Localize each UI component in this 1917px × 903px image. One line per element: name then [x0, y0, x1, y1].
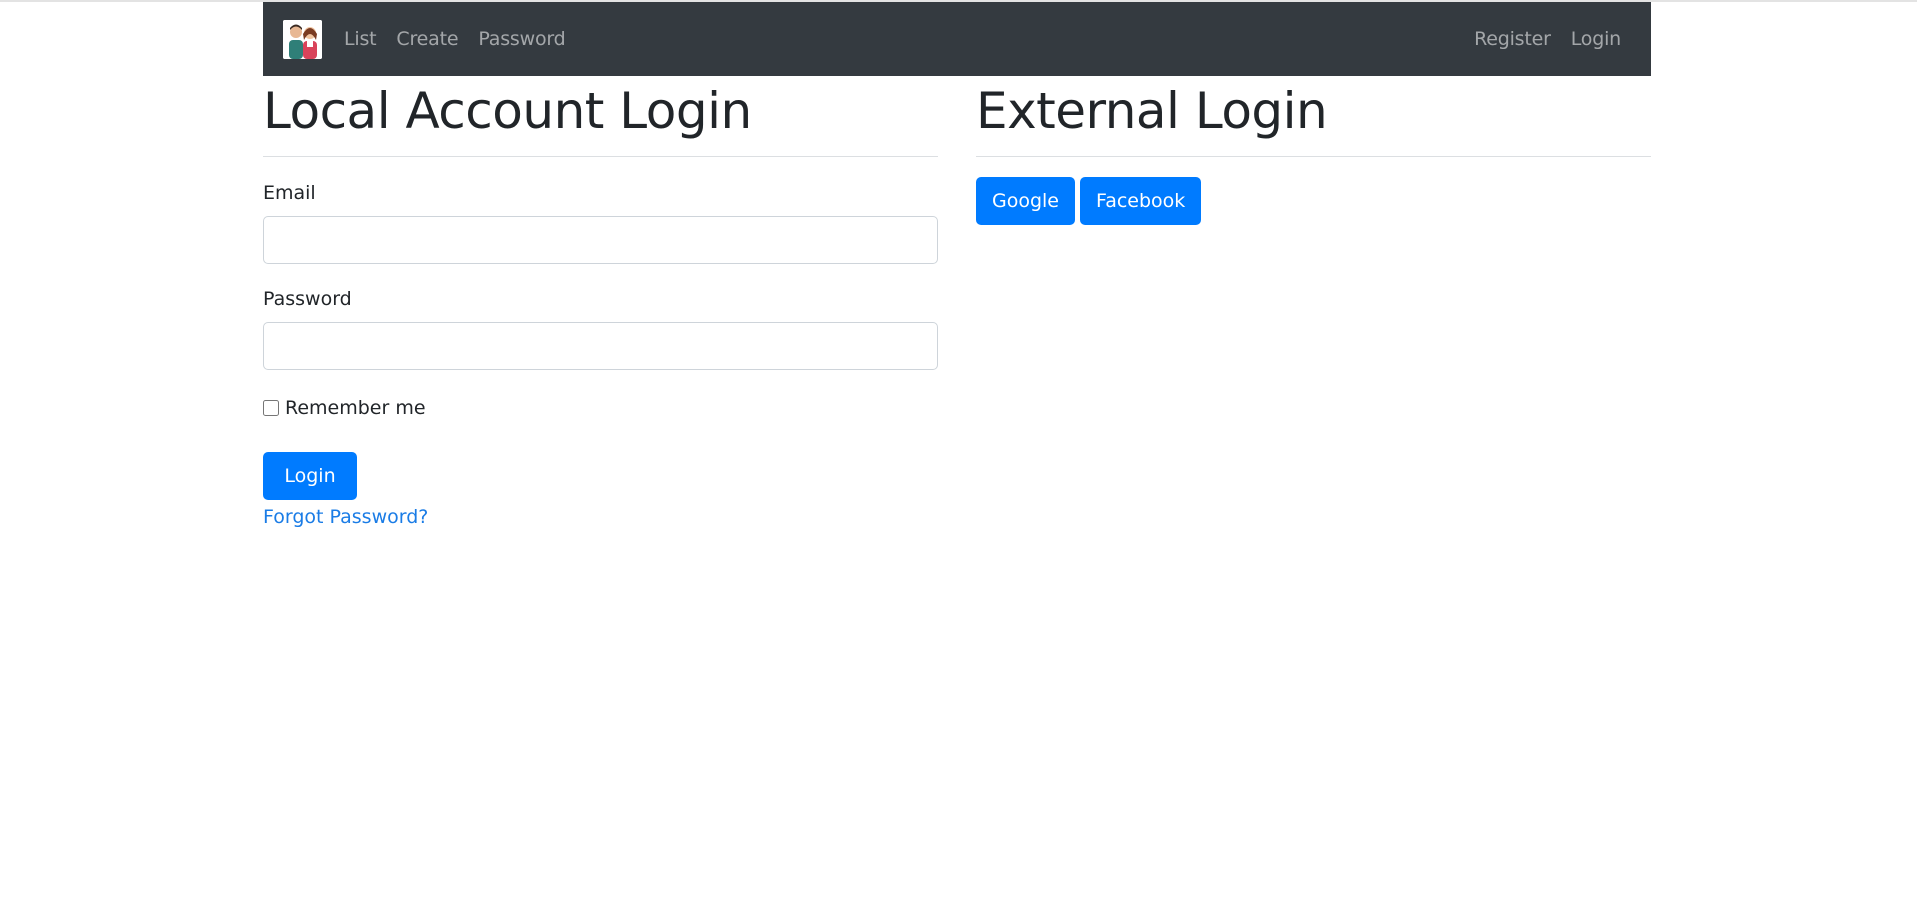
- nav-link-list[interactable]: List: [334, 2, 386, 76]
- login-button[interactable]: Login: [263, 452, 357, 500]
- top-navbar: List Create Password Register Login: [263, 2, 1651, 76]
- content-row: Local Account Login Email Password Remem…: [263, 76, 1651, 530]
- brand-logo-icon[interactable]: [283, 19, 322, 59]
- nav-link-register[interactable]: Register: [1464, 2, 1561, 76]
- external-login-section: External Login Google Facebook: [976, 76, 1651, 530]
- local-login-title: Local Account Login: [263, 82, 752, 140]
- nav-link-login[interactable]: Login: [1561, 2, 1631, 76]
- external-provider-buttons: Google Facebook: [976, 177, 1651, 225]
- nav-link-password[interactable]: Password: [468, 2, 575, 76]
- nav-right-links: Register Login: [1464, 2, 1631, 76]
- external-login-title: External Login: [976, 82, 1328, 140]
- email-label: Email: [263, 182, 316, 204]
- email-group: Email: [263, 181, 938, 264]
- external-login-divider: [976, 156, 1651, 157]
- nav-link-create[interactable]: Create: [386, 2, 468, 76]
- email-field[interactable]: [263, 216, 938, 264]
- remember-me-checkbox[interactable]: [263, 400, 279, 416]
- remember-me-label: Remember me: [285, 397, 426, 419]
- google-login-button[interactable]: Google: [976, 177, 1076, 225]
- facebook-login-button[interactable]: Facebook: [1080, 177, 1202, 225]
- password-group: Password: [263, 287, 938, 370]
- local-login-section: Local Account Login Email Password Remem…: [263, 76, 938, 530]
- page-container: List Create Password Register Login Loca…: [263, 2, 1651, 530]
- local-login-divider: [263, 156, 938, 157]
- remember-me-row: Remember me: [263, 396, 938, 420]
- forgot-password-link[interactable]: Forgot Password?: [263, 504, 938, 530]
- password-field[interactable]: [263, 322, 938, 370]
- nav-left-links: List Create Password: [334, 2, 576, 76]
- password-label: Password: [263, 288, 352, 310]
